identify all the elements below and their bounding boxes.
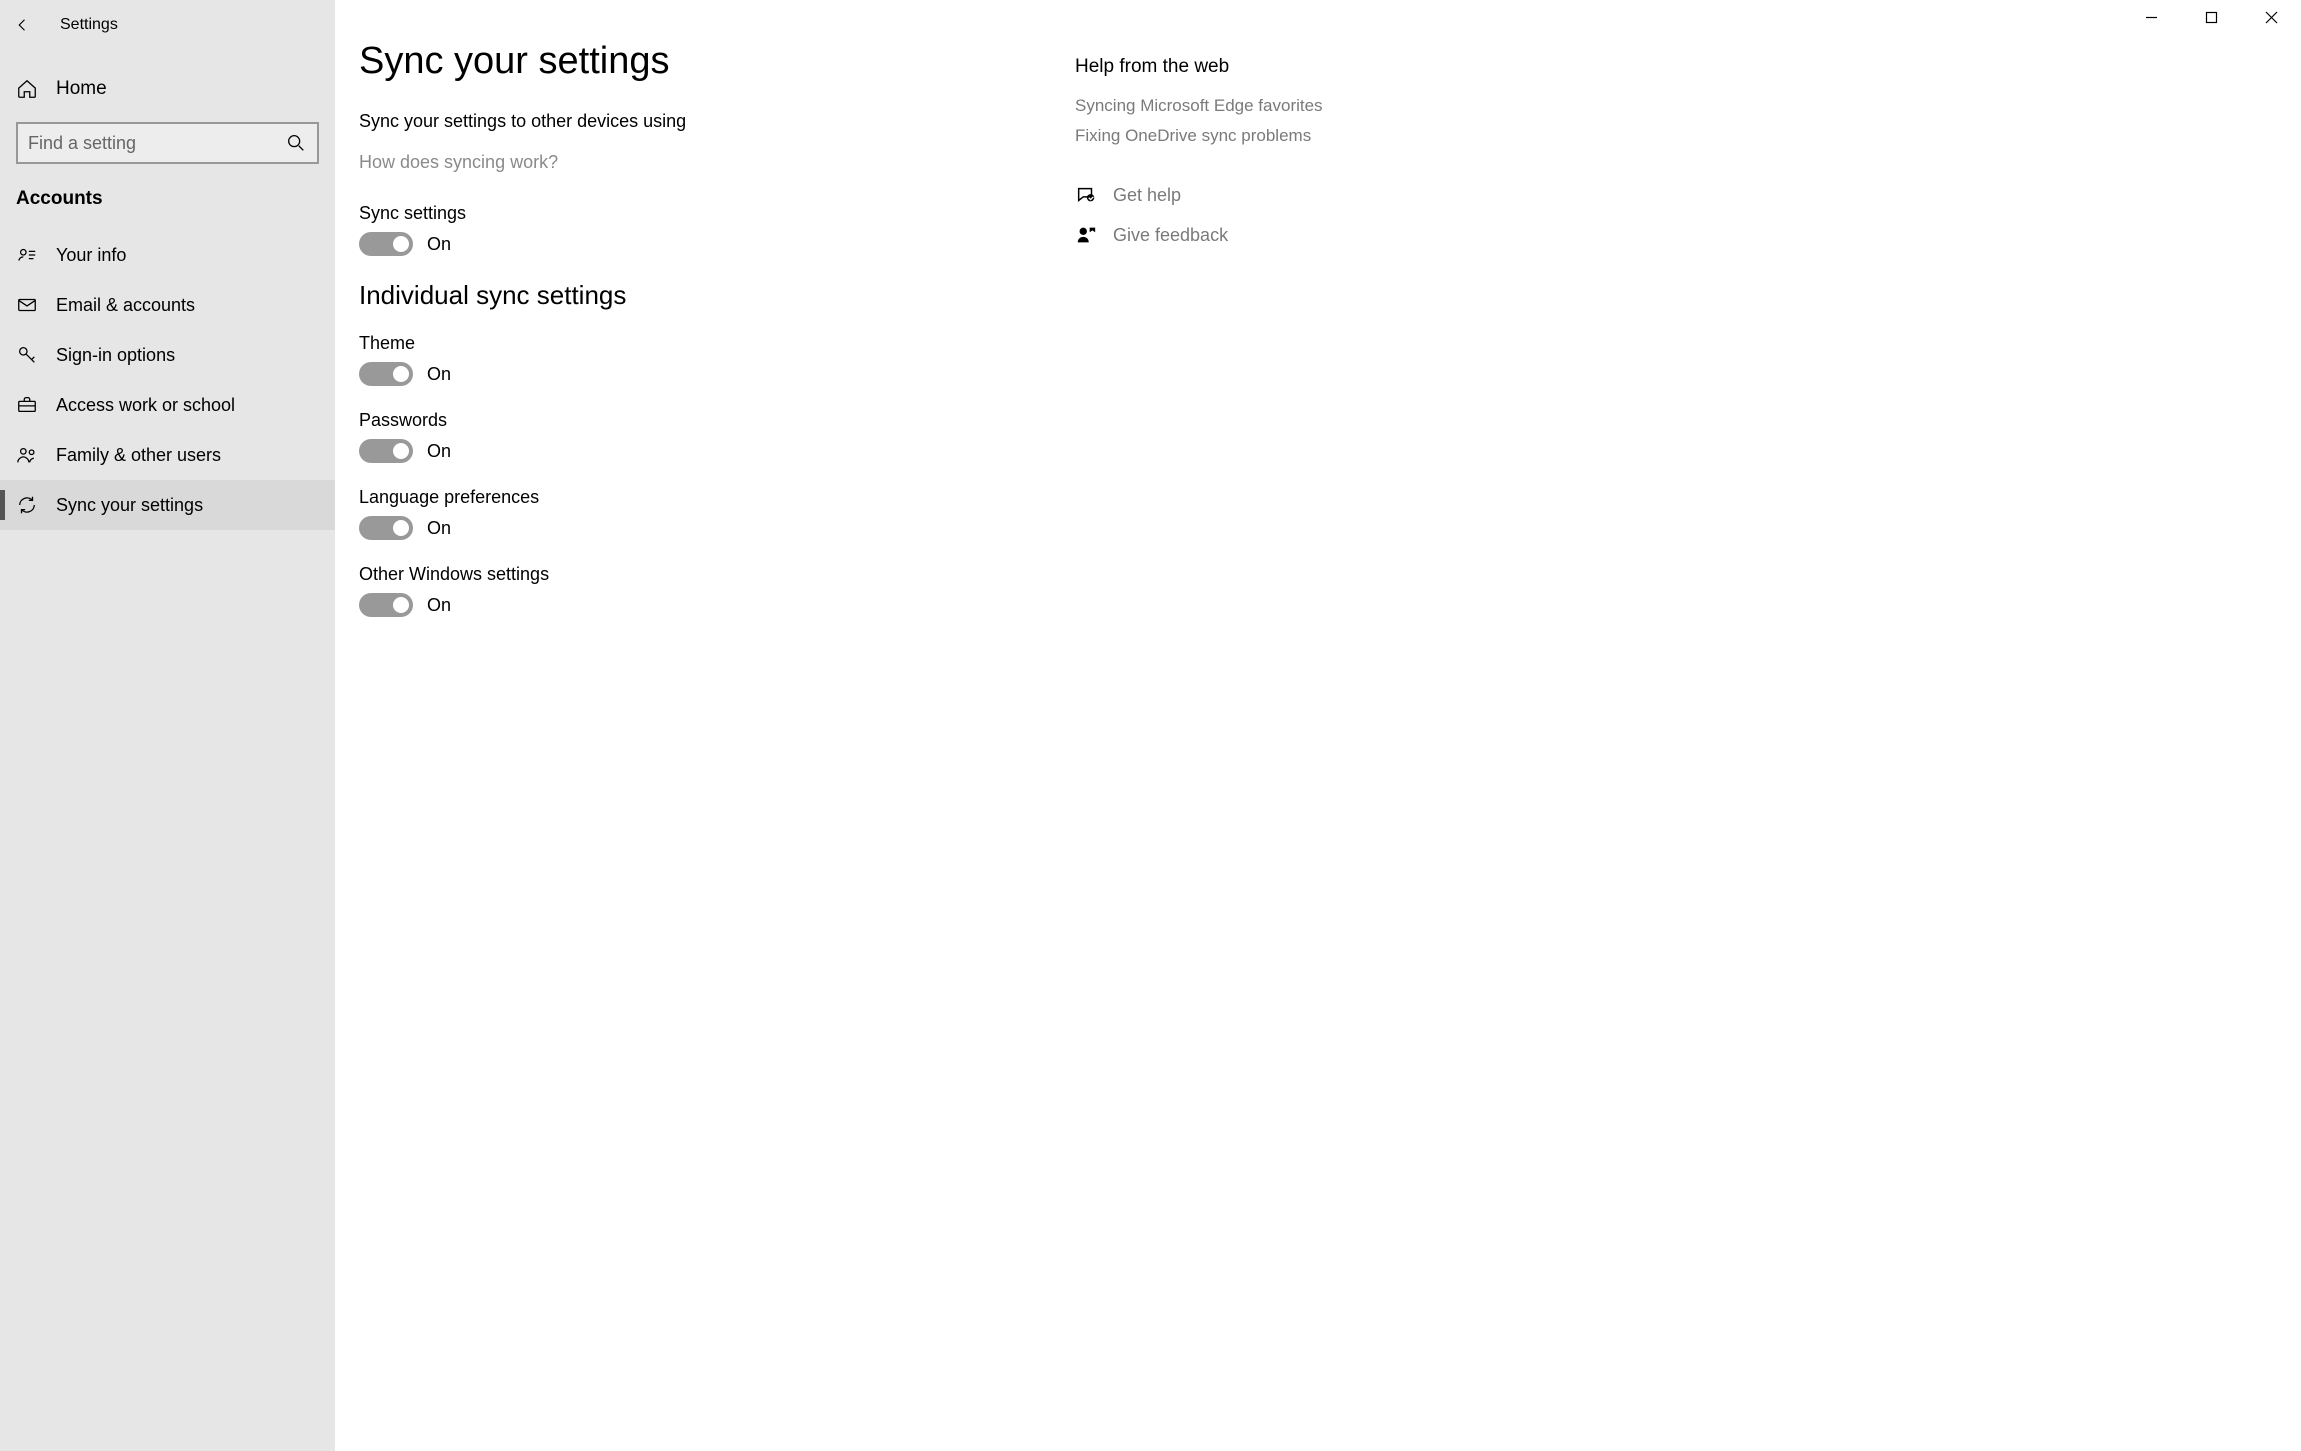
arrow-left-icon <box>14 16 32 34</box>
help-title: Help from the web <box>1075 56 1405 78</box>
language-toggle-row: On <box>359 516 1075 540</box>
theme-label: Theme <box>359 333 1075 354</box>
page-title: Sync your settings <box>359 40 1075 83</box>
titlebar-left: Settings <box>0 0 335 50</box>
other-label: Other Windows settings <box>359 564 1075 585</box>
sidebar-category: Accounts <box>0 164 335 220</box>
sidebar-item-label: Sync your settings <box>56 495 203 516</box>
sidebar-home[interactable]: Home <box>0 64 335 114</box>
help-link-onedrive[interactable]: Fixing OneDrive sync problems <box>1075 126 1405 146</box>
language-toggle[interactable] <box>359 516 413 540</box>
get-help-row[interactable]: Get help <box>1075 184 1405 206</box>
feedback-icon <box>1075 224 1097 246</box>
how-sync-link[interactable]: How does syncing work? <box>359 152 558 173</box>
window-title: Settings <box>60 16 118 34</box>
search-wrap <box>0 122 335 164</box>
window-controls <box>2121 0 2301 35</box>
feedback-row[interactable]: Give feedback <box>1075 224 1405 246</box>
content: Sync your settings Sync your settings to… <box>335 0 2301 1451</box>
minimize-icon <box>2145 11 2158 24</box>
close-icon <box>2265 11 2278 24</box>
search-box[interactable] <box>16 122 319 164</box>
back-button[interactable] <box>14 16 32 34</box>
close-button[interactable] <box>2241 0 2301 35</box>
sidebar-item-label: Access work or school <box>56 395 235 416</box>
app-root: Settings Home Accounts Your info <box>0 0 2301 1451</box>
sidebar-item-signin[interactable]: Sign-in options <box>0 330 335 380</box>
home-label: Home <box>56 78 107 100</box>
sidebar-item-work[interactable]: Access work or school <box>0 380 335 430</box>
other-toggle[interactable] <box>359 593 413 617</box>
other-state: On <box>427 595 451 616</box>
sidebar-item-label: Email & accounts <box>56 295 195 316</box>
theme-toggle-row: On <box>359 362 1075 386</box>
key-icon <box>16 344 38 366</box>
help-link-edge[interactable]: Syncing Microsoft Edge favorites <box>1075 96 1405 116</box>
search-input[interactable] <box>28 133 285 154</box>
maximize-icon <box>2205 11 2218 24</box>
chat-icon <box>1075 184 1097 206</box>
sidebar-item-label: Family & other users <box>56 445 221 466</box>
person-card-icon <box>16 244 38 266</box>
sidebar-item-label: Your info <box>56 245 126 266</box>
passwords-toggle-row: On <box>359 439 1075 463</box>
sidebar-item-family[interactable]: Family & other users <box>0 430 335 480</box>
sidebar-item-email[interactable]: Email & accounts <box>0 280 335 330</box>
individual-heading: Individual sync settings <box>359 280 1075 311</box>
sidebar-item-label: Sign-in options <box>56 345 175 366</box>
sidebar: Settings Home Accounts Your info <box>0 0 335 1451</box>
lead-text: Sync your settings to other devices usin… <box>359 111 1075 132</box>
sync-settings-toggle-row: On <box>359 232 1075 256</box>
maximize-button[interactable] <box>2181 0 2241 35</box>
passwords-state: On <box>427 441 451 462</box>
search-icon <box>285 132 307 154</box>
sync-icon <box>16 494 38 516</box>
get-help-label: Get help <box>1113 185 1181 206</box>
nav-items: Your info Email & accounts Sign-in optio… <box>0 230 335 530</box>
language-label: Language preferences <box>359 487 1075 508</box>
people-icon <box>16 444 38 466</box>
passwords-toggle[interactable] <box>359 439 413 463</box>
feedback-label: Give feedback <box>1113 225 1228 246</box>
sidebar-item-sync[interactable]: Sync your settings <box>0 480 335 530</box>
sync-settings-toggle[interactable] <box>359 232 413 256</box>
theme-toggle[interactable] <box>359 362 413 386</box>
home-icon <box>16 78 38 100</box>
briefcase-icon <box>16 394 38 416</box>
other-toggle-row: On <box>359 593 1075 617</box>
help-column: Help from the web Syncing Microsoft Edge… <box>1075 0 1425 1451</box>
sync-settings-label: Sync settings <box>359 203 1075 224</box>
sidebar-item-your-info[interactable]: Your info <box>0 230 335 280</box>
language-state: On <box>427 518 451 539</box>
theme-state: On <box>427 364 451 385</box>
passwords-label: Passwords <box>359 410 1075 431</box>
mail-icon <box>16 294 38 316</box>
sync-settings-state: On <box>427 234 451 255</box>
minimize-button[interactable] <box>2121 0 2181 35</box>
main-column: Sync your settings Sync your settings to… <box>335 0 1075 1451</box>
